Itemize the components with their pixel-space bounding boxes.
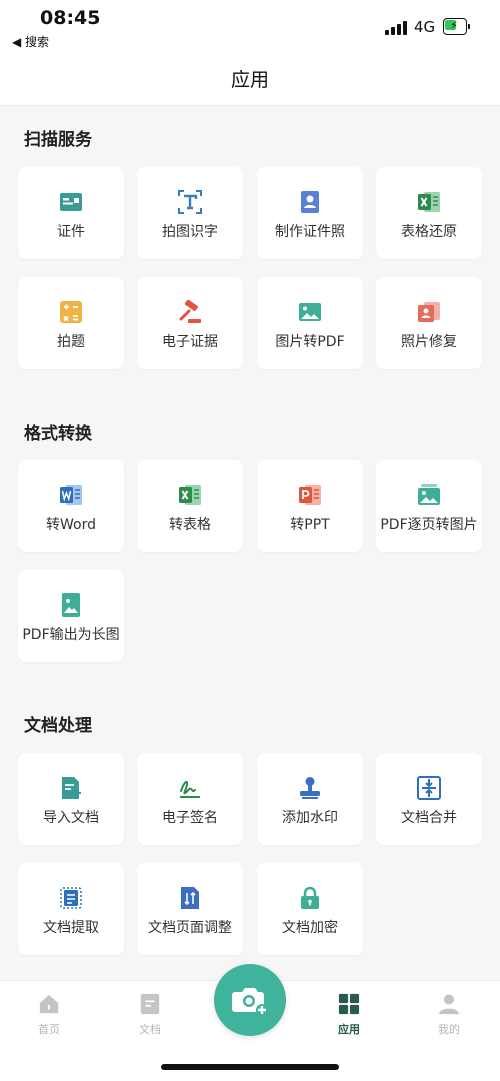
app-card-photo-question[interactable]: 拍题: [18, 277, 124, 369]
app-card-label: 文档页面调整: [148, 920, 232, 936]
tab-label: 应用: [338, 1023, 360, 1036]
app-card-e-evidence[interactable]: 电子证据: [137, 277, 243, 369]
id-photo-icon: [301, 191, 319, 213]
status-time: 08:45: [40, 7, 101, 29]
app-card-label: 添加水印: [282, 810, 338, 826]
tab-label: 文档: [139, 1023, 161, 1036]
stamp-icon: [300, 777, 320, 799]
signature-icon: [180, 780, 200, 798]
images-icon: [418, 484, 440, 505]
section-title-scan: 扫描服务: [24, 130, 92, 150]
lock-icon: [301, 886, 319, 909]
app-card-label: PDF逐页转图片: [380, 517, 478, 533]
image-icon: [299, 303, 321, 321]
page-header: 应用: [0, 58, 500, 106]
app-card-to-word[interactable]: 转Word: [18, 460, 124, 552]
extract-icon: [60, 887, 82, 909]
gavel-icon: [179, 300, 201, 323]
calculator-icon: [60, 301, 82, 323]
camera-plus-icon: [232, 988, 268, 1016]
app-card-label: 图片转PDF: [275, 334, 345, 350]
import-doc-icon: [62, 777, 81, 799]
app-card-import-doc[interactable]: 导入文档: [18, 753, 124, 845]
long-image-icon: [62, 593, 80, 617]
tab-label: 我的: [438, 1023, 460, 1036]
user-icon: [438, 994, 460, 1015]
app-card-label: 电子证据: [162, 334, 218, 350]
signal-icon: [385, 21, 407, 35]
app-card-label: 制作证件照: [275, 224, 345, 240]
app-card-pdf-to-images[interactable]: PDF逐页转图片: [376, 460, 482, 552]
home-indicator: [161, 1064, 339, 1070]
app-card-e-signature[interactable]: 电子签名: [137, 753, 243, 845]
app-card-to-excel[interactable]: 转表格: [137, 460, 243, 552]
ppt-icon: [299, 485, 321, 505]
app-card-watermark[interactable]: 添加水印: [257, 753, 363, 845]
app-card-label: 文档加密: [282, 920, 338, 936]
excel-icon: [179, 485, 201, 505]
app-card-image-to-pdf[interactable]: 图片转PDF: [257, 277, 363, 369]
app-card-to-ppt[interactable]: 转PPT: [257, 460, 363, 552]
app-card-encrypt-doc[interactable]: 文档加密: [257, 863, 363, 955]
app-card-table-restore[interactable]: 表格还原: [376, 167, 482, 259]
app-card-label: 电子签名: [162, 810, 218, 826]
home-icon: [39, 994, 59, 1014]
page-title: 应用: [230, 69, 269, 91]
network-type: 4G: [414, 18, 436, 36]
section-title-document: 文档处理: [24, 716, 92, 736]
app-card-label: 照片修复: [401, 334, 457, 350]
camera-scan-button[interactable]: [214, 964, 286, 1036]
app-card-merge-doc[interactable]: 文档合并: [376, 753, 482, 845]
app-card-label: 拍图识字: [162, 224, 218, 240]
app-card-id[interactable]: 证件: [18, 167, 124, 259]
app-card-extract-doc[interactable]: 文档提取: [18, 863, 124, 955]
status-bar: 08:45 ◀ 搜索 4G ⚡: [0, 0, 500, 58]
app-card-label: 证件: [57, 224, 85, 240]
id-card-icon: [60, 193, 82, 211]
tab-label: 首页: [38, 1023, 60, 1036]
app-card-label: 转Word: [46, 517, 96, 533]
word-icon: [60, 485, 82, 505]
app-card-label: 文档合并: [401, 810, 457, 826]
app-card-page-adjust[interactable]: 文档页面调整: [137, 863, 243, 955]
excel-icon: [418, 192, 440, 212]
grid-icon: [338, 993, 360, 1015]
app-card-text-recognition[interactable]: 拍图识字: [137, 167, 243, 259]
text-recognition-icon: [178, 190, 202, 214]
app-card-label: 拍题: [57, 334, 85, 350]
battery-icon: ⚡: [443, 18, 470, 35]
app-card-label: 转表格: [169, 517, 211, 533]
section-title-convert: 格式转换: [24, 424, 92, 444]
merge-icon: [417, 776, 441, 800]
photo-repair-icon: [418, 302, 440, 322]
app-card-label: 导入文档: [43, 810, 99, 826]
app-card-label: 文档提取: [43, 920, 99, 936]
app-card-label: 转PPT: [290, 517, 330, 533]
app-card-label: 表格还原: [401, 224, 457, 240]
back-to-search-link[interactable]: ◀ 搜索: [12, 33, 49, 50]
document-icon: [140, 993, 160, 1015]
app-card-id-photo[interactable]: 制作证件照: [257, 167, 363, 259]
app-card-label: PDF输出为长图: [22, 627, 120, 643]
page-adjust-icon: [181, 887, 199, 909]
app-card-pdf-long-image[interactable]: PDF输出为长图: [18, 570, 124, 662]
app-card-photo-repair[interactable]: 照片修复: [376, 277, 482, 369]
